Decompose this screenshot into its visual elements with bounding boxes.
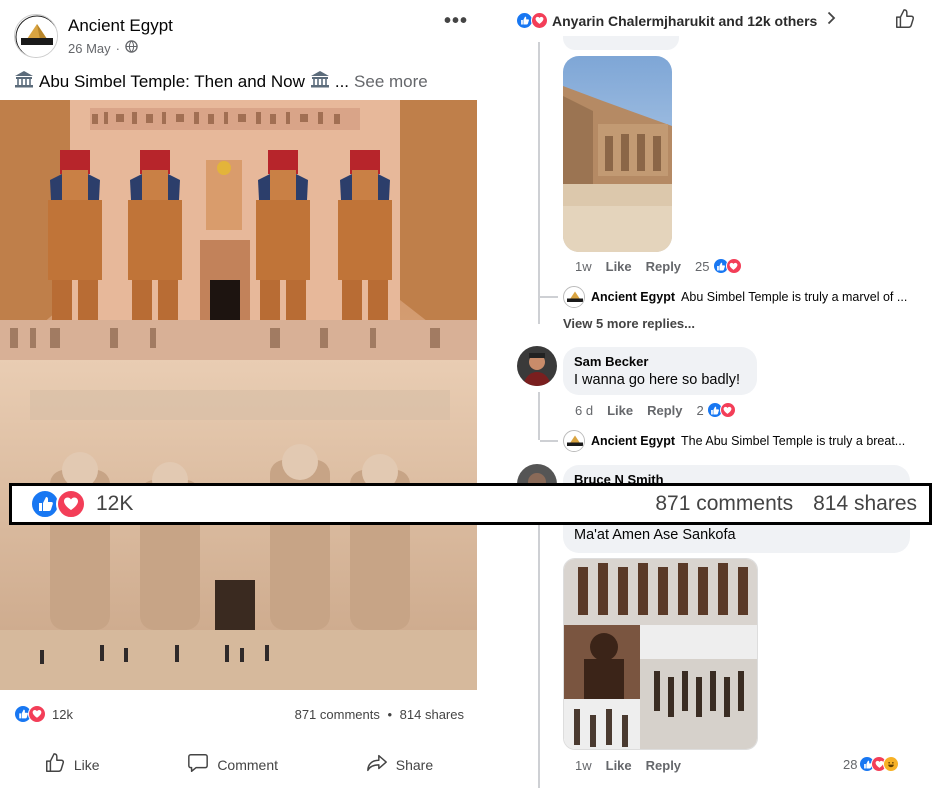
caption-text: Abu Simbel Temple: Then and Now xyxy=(39,71,305,91)
comment-like-button[interactable]: Like xyxy=(606,758,632,773)
like-button[interactable]: Like xyxy=(38,750,106,779)
see-more-link[interactable]: See more xyxy=(354,72,428,92)
reaction-count[interactable]: 12K xyxy=(96,492,133,516)
meta-dot: · xyxy=(115,40,120,56)
chevron-right-icon xyxy=(827,11,836,30)
reaction-count[interactable]: 12k xyxy=(52,707,73,722)
page-name[interactable]: Ancient Egypt xyxy=(68,16,173,36)
comment-actions: 6 d Like Reply 2 xyxy=(575,402,736,418)
reactors-text: Anyarin Chalermjharukit and 12k others xyxy=(552,12,818,29)
comment-text: I wanna go here so badly! xyxy=(574,372,741,388)
post-actions: Like Comment Share xyxy=(0,750,477,779)
reply-connector xyxy=(540,440,558,442)
share-button[interactable]: Share xyxy=(360,750,439,779)
like-label: Like xyxy=(73,756,100,773)
page-logo xyxy=(563,286,585,308)
comment-text: Ma'at Amen Ase Sankofa xyxy=(574,527,736,543)
comment-reaction-count: 2 xyxy=(696,402,704,418)
post-image[interactable] xyxy=(0,100,477,690)
comment-bubble: Sam Becker I wanna go here so badly! xyxy=(563,347,757,395)
comment-reaction-count: 25 xyxy=(695,258,710,274)
thread-line xyxy=(538,525,540,788)
reply-text: The Abu Simbel Temple is truly a breat..… xyxy=(681,434,906,448)
comment-reaction-count: 28 xyxy=(843,756,858,772)
comment-like-button[interactable]: Like xyxy=(606,259,632,274)
comment-button[interactable]: Comment xyxy=(181,750,284,779)
comment-author[interactable]: Sam Becker xyxy=(574,354,746,369)
caption-ellipsis: ... xyxy=(334,71,350,91)
thread-line xyxy=(538,392,540,440)
love-reaction-icon xyxy=(725,258,742,274)
comment-label: Comment xyxy=(217,756,278,773)
post-meta: 26 May · xyxy=(68,40,138,56)
love-reaction-icon xyxy=(28,705,46,723)
page-logo[interactable] xyxy=(14,14,58,58)
bullet: • xyxy=(387,706,393,722)
comment-like-button[interactable]: Like xyxy=(607,403,633,418)
reply-preview[interactable]: Ancient Egypt The Abu Simbel Temple is t… xyxy=(563,430,913,452)
comment-photo[interactable] xyxy=(563,558,758,750)
comment-reactions[interactable]: 2 xyxy=(697,402,736,418)
comment-reply-button[interactable]: Reply xyxy=(646,758,681,773)
comment-reactions[interactable]: 28 xyxy=(843,756,900,772)
post-caption: Abu Simbel Temple: Then and Now ... See … xyxy=(14,70,428,93)
highlighted-stats-bar: 12K 871 comments 814 shares xyxy=(9,483,932,525)
haha-reaction-icon xyxy=(883,756,900,772)
page-logo xyxy=(563,430,585,452)
temple-icon xyxy=(14,70,34,93)
share-label: Share xyxy=(395,756,434,773)
reply-author[interactable]: Ancient Egypt xyxy=(591,434,675,448)
love-reaction-icon xyxy=(719,402,736,418)
share-arrow-icon xyxy=(366,752,388,777)
comment-reply-button[interactable]: Reply xyxy=(646,259,681,274)
view-more-replies[interactable]: View 5 more replies... xyxy=(563,316,695,331)
comments-count[interactable]: 871 comments xyxy=(655,492,793,516)
comment-time[interactable]: 6 d xyxy=(575,403,593,418)
post-date[interactable]: 26 May xyxy=(68,41,111,56)
thumbs-up-icon xyxy=(44,752,66,777)
more-options-icon[interactable]: ••• xyxy=(444,10,468,33)
comment-reactions[interactable]: 25 xyxy=(695,258,742,274)
comment-photo[interactable] xyxy=(563,56,672,252)
comment-actions: 1w Like Reply xyxy=(575,758,681,773)
comment-reply-button[interactable]: Reply xyxy=(647,403,682,418)
reply-author[interactable]: Ancient Egypt xyxy=(591,290,675,304)
love-reaction-icon xyxy=(531,12,548,29)
comment-time[interactable]: 1w xyxy=(575,259,592,274)
thread-line xyxy=(538,42,540,324)
comment-actions: 1w Like Reply 25 xyxy=(575,258,742,274)
love-reaction-icon xyxy=(56,489,86,519)
shares-count[interactable]: 814 shares xyxy=(400,707,464,722)
comment-bubble-partial xyxy=(563,36,679,50)
thumbs-up-icon[interactable] xyxy=(894,8,916,33)
comments-shares: 871 comments • 814 shares xyxy=(295,707,464,722)
globe-icon xyxy=(125,40,138,56)
reply-preview[interactable]: Ancient Egypt Abu Simbel Temple is truly… xyxy=(563,286,913,308)
avatar[interactable] xyxy=(517,346,557,386)
shares-count[interactable]: 814 shares xyxy=(813,492,917,516)
reply-text: Abu Simbel Temple is truly a marvel of .… xyxy=(681,290,908,304)
post-stats: 12k 871 comments • 814 shares xyxy=(14,705,464,723)
comments-count[interactable]: 871 comments xyxy=(295,707,380,722)
comments-shares: 871 comments 814 shares xyxy=(655,492,917,516)
reactors-header[interactable]: Anyarin Chalermjharukit and 12k others xyxy=(516,8,916,33)
temple-icon xyxy=(310,70,330,93)
reply-connector xyxy=(540,296,558,298)
comment-time[interactable]: 1w xyxy=(575,758,592,773)
comment-icon xyxy=(187,752,209,777)
